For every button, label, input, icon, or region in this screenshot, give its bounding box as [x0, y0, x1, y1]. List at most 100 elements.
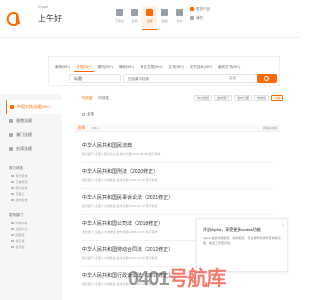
flag-icon: [9, 133, 13, 137]
link-label: 更多产品: [196, 6, 210, 11]
tab-articles[interactable]: 专业文章(99+): [138, 64, 164, 72]
list-item[interactable]: 中华人民共和国民法典 发文部门 全国人民代表大会 发布日期 2020.05.28…: [82, 142, 272, 162]
divider: [82, 214, 274, 215]
search-card: 案例(99+) 法规(99+) 期刊(99+) 律师(99+) 专业文章(99+…: [48, 56, 280, 86]
tab-timeliness[interactable]: 时效性: [99, 96, 110, 101]
tab-lawyers[interactable]: 律师(99+): [117, 64, 136, 72]
filter-chip[interactable]: 发布日期: [234, 95, 253, 101]
nav-label: 检索: [131, 19, 138, 23]
checkbox[interactable]: [11, 245, 14, 249]
result-title[interactable]: 中华人民共和国刑法（2020修正）: [82, 168, 272, 175]
logo-icon[interactable]: [6, 11, 22, 27]
filter-chip[interactable]: 时效性: [254, 95, 270, 101]
filter-label: 现行有效: [15, 174, 28, 178]
nav-label: 工作台: [114, 19, 124, 23]
filter-label: 已被修改: [15, 180, 28, 184]
promo-title: 开启Alpha，享受更多codice功能: [203, 227, 261, 232]
book-icon: [146, 9, 153, 16]
header-links: 更多产品 我的: [190, 6, 210, 24]
nav-label: 案例: [161, 19, 168, 23]
sidebar-item-taiwan[interactable]: 台湾法规: [6, 142, 62, 156]
case-icon: [161, 9, 168, 16]
nav-cases[interactable]: 案例: [157, 6, 172, 30]
result-meta: 发文部门 全国人民代表大会 发布日期 2020.05.28 现行有效: [82, 152, 161, 156]
result-meta: 发文部门 全国人大常委会 发布日期 2021.12.24 现行有效: [82, 204, 158, 208]
scope-select[interactable]: 标题: [69, 74, 121, 83]
filter-label: 最高法: [15, 239, 25, 243]
result-sort-select[interactable]: 按相关排序: [263, 126, 278, 130]
tab-cases[interactable]: 案例(99+): [53, 64, 72, 72]
filter-label: 中共中央: [15, 221, 28, 225]
select-all-label: 全选: [87, 112, 94, 116]
advanced-search-link[interactable]: 高级: [229, 76, 236, 81]
sidebar-item-label: 台湾法规: [16, 146, 32, 151]
grid-icon: [190, 7, 194, 11]
sidebar-item-mainland[interactable]: 中国大陆法规(99+): [6, 100, 62, 114]
checkbox[interactable]: [11, 198, 14, 202]
more-products-link[interactable]: 更多产品: [190, 6, 210, 12]
sidebar-item-hongkong[interactable]: 香港法规: [6, 114, 62, 128]
tab-journals[interactable]: 期刊(99+): [96, 64, 115, 72]
checkbox[interactable]: [11, 192, 14, 196]
result-title[interactable]: 中华人民共和国民事诉讼法（2021修正）: [82, 194, 272, 201]
filter-group-validity: 效力状态: [9, 166, 23, 170]
result-count: (99+): [92, 126, 100, 130]
filter-chip[interactable]: 效力级别: [194, 95, 213, 101]
account-link[interactable]: 我的: [190, 15, 210, 21]
result-title[interactable]: 中华人民共和国民法典: [82, 142, 272, 149]
filter-option[interactable]: 尚未生效: [11, 197, 62, 203]
sort-tabs: 相关度 时效性: [82, 96, 109, 101]
nav-label: 文书: [176, 19, 183, 23]
top-nav: 工作台 检索 法规 案例 文书: [112, 6, 187, 30]
filter-label: 全国人大: [15, 227, 28, 231]
checkbox[interactable]: [82, 113, 85, 116]
checkbox[interactable]: [11, 174, 14, 178]
select-all-option[interactable]: 全选: [82, 112, 94, 117]
doc-icon: [176, 9, 183, 16]
list-item[interactable]: 中华人民共和国民事诉讼法（2021修正） 发文部门 全国人大常委会 发布日期 2…: [82, 194, 272, 214]
checkbox[interactable]: [11, 239, 14, 243]
nav-laws[interactable]: 法规: [142, 6, 157, 30]
desk-icon: [116, 9, 123, 16]
link-label: 我的: [196, 15, 203, 20]
tab-laws[interactable]: 法规(99+): [74, 64, 94, 72]
nav-label: 法规: [146, 19, 153, 23]
tab-judgments[interactable]: 裁判文书(99+): [216, 64, 242, 72]
divider: [82, 162, 274, 163]
database-tabs: 案例(99+) 法规(99+) 期刊(99+) 律师(99+) 专业文章(99+…: [53, 64, 242, 72]
filter-option[interactable]: 最高检: [11, 244, 62, 250]
user-icon: [190, 16, 194, 20]
filter-group-department: 发布部门: [9, 213, 23, 217]
search-button[interactable]: [257, 74, 277, 83]
tab-relevance[interactable]: 相关度: [82, 96, 93, 101]
checkbox[interactable]: [11, 227, 14, 231]
filter-label: 尚未生效: [15, 198, 28, 202]
nav-docs[interactable]: 文书: [172, 6, 187, 30]
result-group-title: 法律: [77, 125, 85, 130]
close-icon[interactable]: ×: [282, 222, 284, 227]
checkbox[interactable]: [11, 186, 14, 190]
greeting: 上午好: [38, 14, 62, 23]
filter-label: 已废止: [15, 192, 25, 196]
nav-search[interactable]: 检索: [127, 6, 142, 30]
checkbox[interactable]: [11, 180, 14, 184]
flag-icon: [9, 119, 13, 123]
promo-text: Alpha 提供法规检索、案例检索、专业律师和律所查询等功能，助您工作更高效。: [203, 236, 281, 245]
sidebar-item-macau[interactable]: 澳门法规: [6, 128, 62, 142]
filter-chip[interactable]: 发布部门: [214, 95, 233, 101]
tab-templates[interactable]: 文书范本(99+): [188, 64, 214, 72]
checkbox[interactable]: [11, 233, 14, 237]
list-item[interactable]: 中华人民共和国刑法（2020修正） 发文部门 全国人大常委会 发布日期 2020…: [82, 168, 272, 188]
filter-label: 最高检: [15, 245, 25, 249]
sidebar-item-label: 香港法规: [16, 118, 32, 123]
search-input[interactable]: [123, 74, 277, 83]
checkbox[interactable]: [11, 221, 14, 225]
nav-workbench[interactable]: 工作台: [112, 6, 127, 30]
greeting-sub: Email: [38, 4, 49, 9]
sidebar-item-label: 澳门法规: [16, 132, 32, 137]
filter-chip[interactable]: 分类: [271, 95, 284, 101]
sidebar-item-label: 中国大陆法规(99+): [17, 104, 51, 109]
tab-documents[interactable]: 文书(99+): [166, 64, 185, 72]
flag-icon: [9, 147, 13, 151]
result-group-header: 法律 (99+) 按相关排序: [74, 124, 280, 132]
